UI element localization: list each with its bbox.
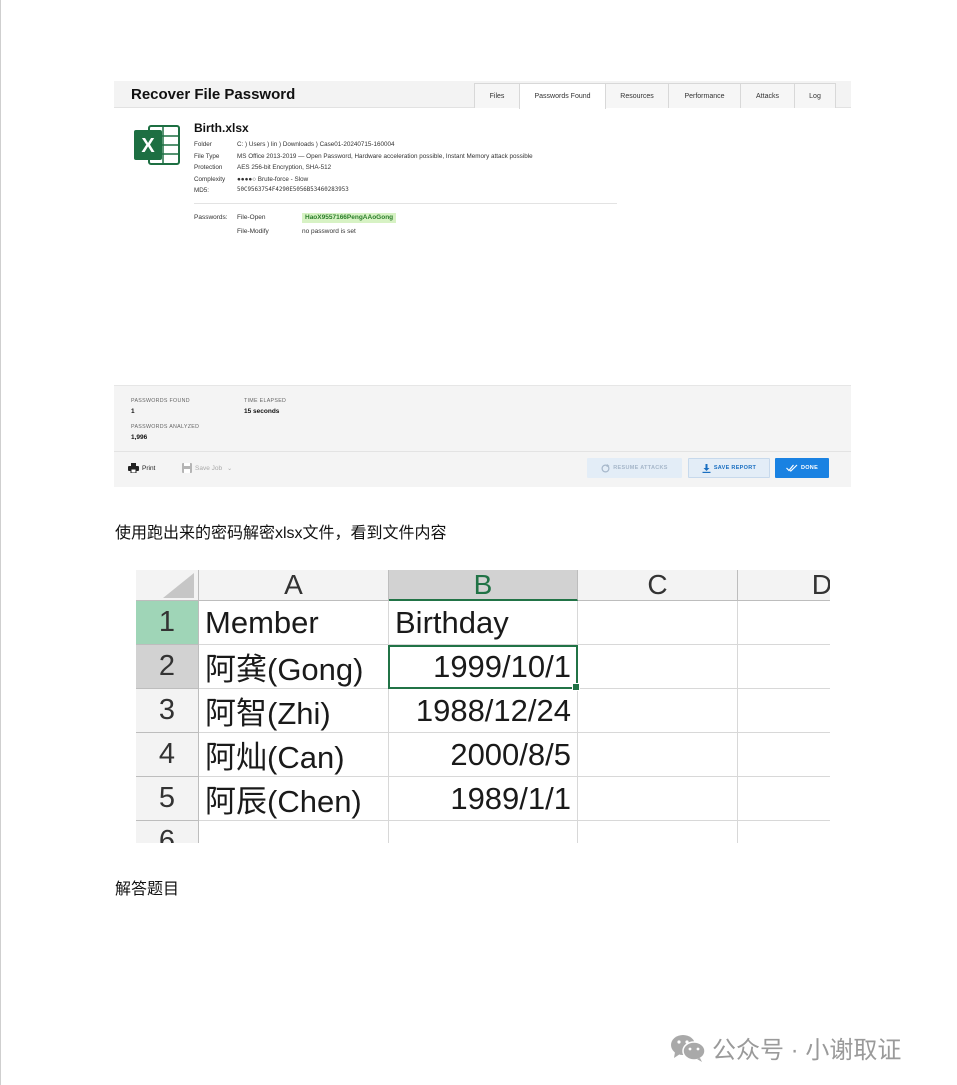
row-header-4[interactable]: 4 <box>136 733 199 777</box>
done-button[interactable]: DONE <box>775 458 829 478</box>
row-header-3[interactable]: 3 <box>136 689 199 733</box>
cell-a3[interactable]: 阿智(Zhi) <box>199 689 389 733</box>
cell-c4[interactable] <box>578 733 738 777</box>
cell-a1[interactable]: Member <box>199 601 389 645</box>
complexity-value: ●●●●○ Brute-force - Slow <box>237 175 309 183</box>
cell-c1[interactable] <box>578 601 738 645</box>
file-open-label: File-Open <box>237 214 266 221</box>
spreadsheet: A B C D 1 Member Birthday 2 阿龚(Gong) 199… <box>136 570 830 843</box>
cell-c5[interactable] <box>578 777 738 821</box>
cell-b6[interactable] <box>389 821 578 843</box>
cell-d6[interactable] <box>738 821 830 843</box>
watermark-text: 公众号 · 小谢取证 <box>712 1037 902 1064</box>
folder-value: C: ) Users ) lin ) Downloads ) Case01-20… <box>237 141 395 148</box>
cell-b3[interactable]: 1988/12/24 <box>389 689 578 733</box>
md5-label: MD5: <box>194 187 210 195</box>
stats-divider <box>114 451 851 452</box>
complexity-label: Complexity <box>194 175 226 183</box>
window-title: Recover File Password <box>131 86 296 103</box>
file-modify-value: no password is set <box>302 228 356 235</box>
row-header-5[interactable]: 5 <box>136 777 199 821</box>
cell-d3[interactable] <box>738 689 830 733</box>
time-elapsed-value: 15 seconds <box>244 408 280 415</box>
recover-password-window: Recover File Password Files Passwords Fo… <box>114 81 851 487</box>
file-metadata: Folder C: ) Users ) lin ) Downloads ) Cas… <box>194 139 533 197</box>
watermark: 公众号 · 小谢取证 <box>670 1030 901 1065</box>
double-check-icon <box>786 464 798 472</box>
divider <box>194 203 617 204</box>
file-type-label: File Type <box>194 152 220 160</box>
cell-d4[interactable] <box>738 733 830 777</box>
passwords-analyzed-value: 1,996 <box>131 434 148 441</box>
caption-decrypt: 使用跑出来的密码解密xlsx文件，看到文件内容 <box>115 525 447 542</box>
tab-passwords-found[interactable]: Passwords Found <box>519 83 606 109</box>
save-disk-icon <box>182 463 192 473</box>
cell-d1[interactable] <box>738 601 830 645</box>
cell-d2[interactable] <box>738 645 830 689</box>
cell-b2[interactable]: 1999/10/1 <box>389 645 578 689</box>
protection-value: AES 256-bit Encryption, SHA-512 <box>237 164 332 172</box>
cell-c6[interactable] <box>578 821 738 843</box>
row-header-1[interactable]: 1 <box>136 601 199 645</box>
fill-handle[interactable] <box>572 683 580 691</box>
select-all-corner[interactable] <box>136 570 199 601</box>
passwords-found-label: PASSWORDS FOUND <box>131 398 190 404</box>
column-header-a[interactable]: A <box>199 570 389 601</box>
save-report-button[interactable]: SAVE REPORT <box>688 458 770 478</box>
tab-log[interactable]: Log <box>794 83 836 108</box>
row-header-6[interactable]: 6 <box>136 821 199 843</box>
download-icon <box>702 463 711 473</box>
caption-answer: 解答题目 <box>115 881 180 898</box>
row-header-2[interactable]: 2 <box>136 645 199 689</box>
file-open-password[interactable]: HaoX9557166PengAAoGong <box>302 213 397 223</box>
tab-attacks[interactable]: Attacks <box>740 83 795 108</box>
done-label: DONE <box>800 465 819 471</box>
page-left-border <box>0 0 1 1085</box>
cell-d5[interactable] <box>738 777 830 821</box>
file-type-value: MS Office 2013-2019 — Open Password, Har… <box>237 152 533 160</box>
column-header-b[interactable]: B <box>389 570 578 601</box>
tab-resources[interactable]: Resources <box>605 83 669 108</box>
window-header: Recover File Password Files Passwords Fo… <box>114 81 851 109</box>
resume-attacks-button[interactable]: RESUME ATTACKS <box>587 458 682 478</box>
svg-text:X: X <box>141 135 155 157</box>
passwords-section: Passwords: File-Open HaoX9557166PengAAoG… <box>194 211 397 239</box>
refresh-icon <box>601 463 610 473</box>
cell-a2[interactable]: 阿龚(Gong) <box>199 645 389 689</box>
folder-label: Folder <box>194 141 212 148</box>
protection-label: Protection <box>194 164 223 172</box>
corner-triangle-icon <box>163 573 194 598</box>
md5-value: 50C9563754F4290E5056B53460283953 <box>237 187 349 194</box>
cell-a4[interactable]: 阿灿(Can) <box>199 733 389 777</box>
passwords-found-value: 1 <box>131 408 135 415</box>
cell-b1[interactable]: Birthday <box>389 601 578 645</box>
file-modify-label: File-Modify <box>237 228 269 235</box>
column-header-c[interactable]: C <box>578 570 738 601</box>
chevron-down-icon: ⌄ <box>227 465 233 472</box>
tab-bar: Files Passwords Found Resources Performa… <box>474 83 836 109</box>
cell-c3[interactable] <box>578 689 738 733</box>
passwords-analyzed-label: PASSWORDS ANALYZED <box>131 424 200 430</box>
save-job-label: Save Job <box>195 464 223 472</box>
resume-attacks-label: RESUME ATTACKS <box>613 465 668 471</box>
tab-performance[interactable]: Performance <box>668 83 741 108</box>
tab-files[interactable]: Files <box>474 83 520 108</box>
file-name: Birth.xlsx <box>194 121 249 135</box>
cell-b5[interactable]: 1989/1/1 <box>389 777 578 821</box>
save-report-label: SAVE REPORT <box>713 465 757 471</box>
cell-a6[interactable] <box>199 821 389 843</box>
time-elapsed-label: TIME ELAPSED <box>244 398 287 404</box>
excel-file-icon: X <box>134 125 180 165</box>
column-header-d[interactable]: D <box>738 570 830 601</box>
cell-a5[interactable]: 阿辰(Chen) <box>199 777 389 821</box>
wechat-icon <box>671 1034 706 1062</box>
printer-icon <box>128 463 139 473</box>
passwords-label: Passwords: <box>194 214 228 221</box>
print-label: Print <box>142 464 156 472</box>
save-job-button[interactable]: Save Job ⌄ <box>182 463 232 473</box>
cell-b4[interactable]: 2000/8/5 <box>389 733 578 777</box>
print-button[interactable]: Print <box>128 463 155 473</box>
cell-c2[interactable] <box>578 645 738 689</box>
